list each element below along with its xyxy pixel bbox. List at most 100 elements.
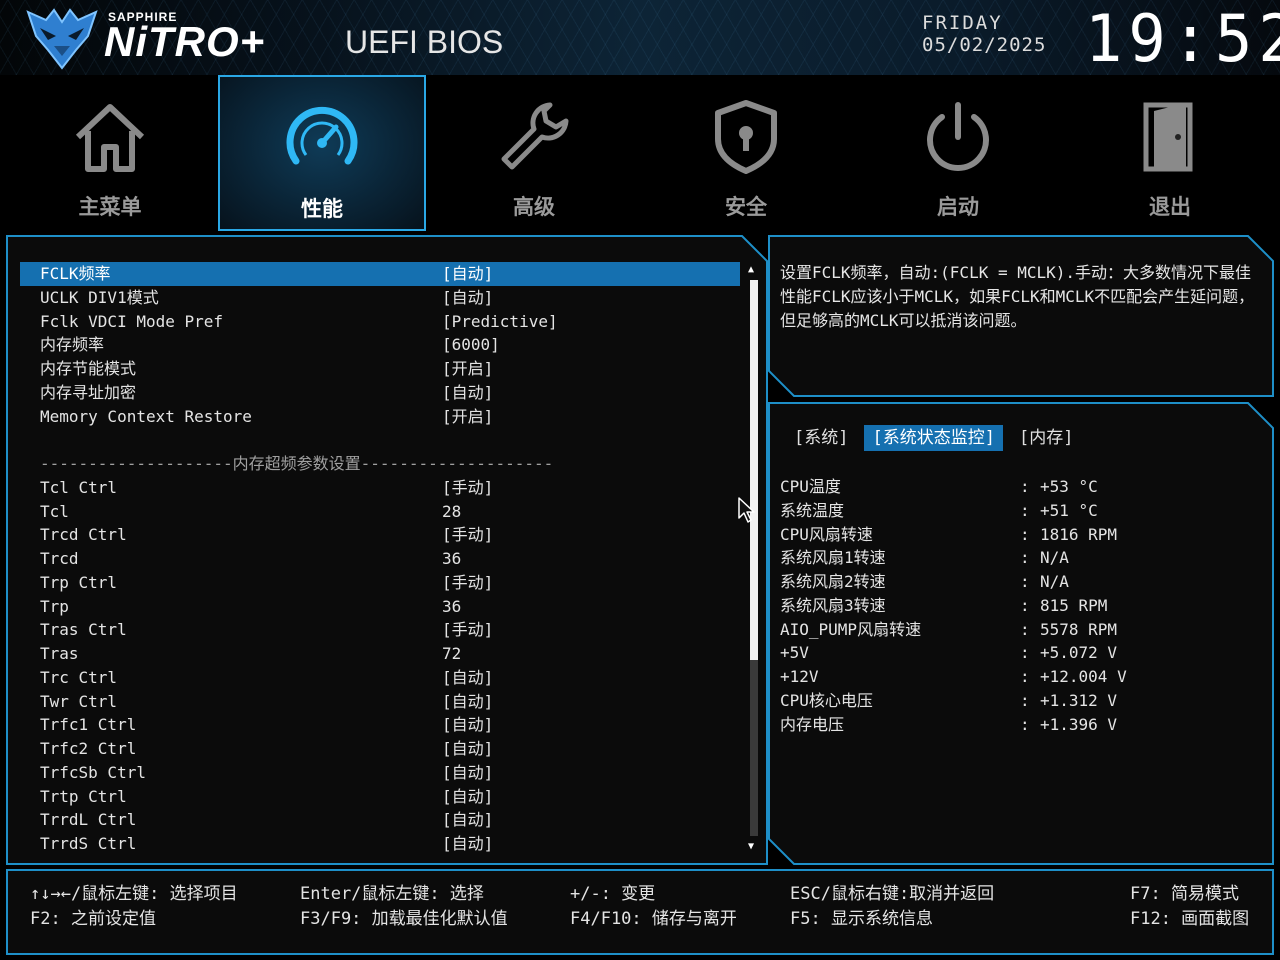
- setting-label: UCLK DIV1模式: [40, 287, 159, 307]
- setting-twr-ctrl[interactable]: Twr Ctrl [自动]: [20, 690, 740, 714]
- monitor-label: 内存电压: [780, 714, 845, 734]
- setting-label: Trtp Ctrl: [40, 786, 127, 806]
- tab-memory[interactable]: [内存]: [1015, 425, 1077, 451]
- tab-label: 主菜单: [78, 196, 142, 219]
- help-description: 设置FCLK频率，自动:(FCLK = MCLK).手动：大多数情况下最佳性能F…: [780, 263, 1255, 330]
- setting-trfc2-ctrl[interactable]: Trfc2 Ctrl [自动]: [20, 737, 740, 761]
- setting-trfcsb-ctrl[interactable]: TrfcSb Ctrl [自动]: [20, 761, 740, 785]
- monitor-colon: :: [1020, 524, 1030, 544]
- setting-memory-power-saving[interactable]: 内存节能模式 [开启]: [20, 357, 740, 381]
- setting-memory-frequency[interactable]: 内存频率 [6000]: [20, 333, 740, 357]
- setting-tras[interactable]: Tras 72: [20, 642, 740, 666]
- setting-label: Tras: [40, 644, 79, 663]
- monitor-label: CPU核心电压: [780, 690, 873, 710]
- main-nav: 主菜单 性能 高级 安全 启动 退出: [0, 75, 1280, 233]
- monitor-colon: :: [1020, 548, 1030, 568]
- clock: 19:52: [1085, 0, 1280, 75]
- scroll-down-arrow-icon[interactable]: ▼: [748, 841, 754, 852]
- monitor-value: +1.396 V: [1040, 714, 1118, 734]
- setting-label: Tcl Ctrl: [40, 477, 118, 497]
- monitor-colon: :: [1020, 595, 1030, 615]
- tab-label: 高级: [513, 196, 555, 219]
- setting-trtp-ctrl[interactable]: Trtp Ctrl [自动]: [20, 785, 740, 809]
- setting-uclk-div1-mode[interactable]: UCLK DIV1模式 [自动]: [20, 286, 740, 310]
- hint-escape-back: ESC/鼠标右键:取消并返回: [790, 884, 995, 904]
- monitor-row-cpu-vcore: CPU核心电压: +1.312 V: [780, 689, 1260, 713]
- setting-value: 28: [442, 501, 462, 521]
- setting-memory-context-restore[interactable]: Memory Context Restore [开启]: [20, 405, 740, 429]
- tab-boot[interactable]: 启动: [854, 75, 1062, 231]
- settings-scrollbar[interactable]: ▲ ▼: [748, 264, 760, 852]
- setting-trp-ctrl[interactable]: Trp Ctrl [手动]: [20, 571, 740, 595]
- setting-label: Trp Ctrl: [40, 572, 118, 592]
- date-label: 05/02/2025: [922, 34, 1047, 56]
- setting-trcd-ctrl[interactable]: Trcd Ctrl [手动]: [20, 523, 740, 547]
- setting-trrdl-ctrl[interactable]: TrrdL Ctrl [自动]: [20, 808, 740, 832]
- monitor-colon: :: [1020, 619, 1030, 639]
- setting-memory-address-encryption[interactable]: 内存寻址加密 [自动]: [20, 381, 740, 405]
- setting-trfc1-ctrl[interactable]: Trfc1 Ctrl [自动]: [20, 713, 740, 737]
- speedometer-icon: [286, 106, 358, 165]
- setting-value: [手动]: [442, 525, 494, 545]
- setting-label: Fclk VDCI Mode Pref: [40, 311, 224, 331]
- sapphire-nitro-logo-icon: [26, 8, 98, 70]
- monitor-value: +1.312 V: [1040, 690, 1118, 710]
- setting-value: [6000]: [442, 335, 500, 355]
- setting-value: [自动]: [442, 264, 494, 283]
- tab-security[interactable]: 安全: [642, 75, 850, 231]
- setting-trcd[interactable]: Trcd 36: [20, 547, 740, 571]
- monitor-row-cpu-temp: CPU温度: +53 °C: [780, 475, 1260, 499]
- tab-system[interactable]: [系统]: [790, 425, 852, 451]
- setting-value: [自动]: [442, 739, 494, 758]
- tab-advanced[interactable]: 高级: [430, 75, 638, 231]
- setting-tcl-ctrl[interactable]: Tcl Ctrl [手动]: [20, 476, 740, 500]
- setting-value: [自动]: [442, 810, 494, 830]
- setting-label: Trcd: [40, 549, 79, 568]
- hint-save-and-exit: F4/F10: 储存与离开: [570, 909, 737, 929]
- monitor-row-cpu-fan: CPU风扇转速:1816 RPM: [780, 523, 1260, 547]
- setting-value: 36: [442, 596, 462, 616]
- blank-row: [20, 428, 740, 452]
- setting-value: [开启]: [442, 406, 494, 426]
- monitor-colon: :: [1020, 714, 1030, 734]
- home-icon: [75, 104, 145, 172]
- monitor-value: N/A: [1040, 572, 1069, 591]
- monitor-colon: :: [1020, 477, 1030, 496]
- setting-value: [自动]: [442, 786, 494, 806]
- hint-enter-select: Enter/鼠标左键: 选择: [300, 884, 484, 904]
- tab-main-menu[interactable]: 主菜单: [6, 75, 214, 231]
- monitor-tabs: [系统] [系统状态监控] [内存]: [790, 425, 1077, 451]
- hint-select-item: ↑↓→←/鼠标左键: 选择项目: [30, 884, 238, 904]
- monitor-row-12v: +12V: +12.004 V: [780, 665, 1260, 689]
- monitor-label: CPU温度: [780, 477, 841, 496]
- setting-trc-ctrl[interactable]: Trc Ctrl [自动]: [20, 666, 740, 690]
- monitor-row-system-temp: 系统温度: +51 °C: [780, 499, 1260, 523]
- monitor-label: +12V: [780, 667, 819, 686]
- tab-exit[interactable]: 退出: [1066, 75, 1274, 231]
- setting-trrds-ctrl[interactable]: TrrdS Ctrl [自动]: [20, 832, 740, 856]
- tab-label: 安全: [725, 196, 767, 219]
- setting-value: [Predictive]: [442, 311, 558, 331]
- power-icon: [927, 102, 989, 171]
- monitor-value: 1816 RPM: [1040, 524, 1118, 544]
- setting-tras-ctrl[interactable]: Tras Ctrl [手动]: [20, 618, 740, 642]
- setting-value: [自动]: [442, 667, 494, 687]
- scroll-thumb[interactable]: [750, 280, 758, 660]
- monitor-row-sys-fan3: 系统风扇3转速:815 RPM: [780, 594, 1260, 618]
- bios-title: UEFI BIOS: [345, 24, 504, 60]
- monitor-value: 815 RPM: [1040, 595, 1108, 615]
- setting-label: 内存频率: [40, 335, 105, 355]
- setting-tcl[interactable]: Tcl 28: [20, 500, 740, 524]
- tab-system-status-monitor[interactable]: [系统状态监控]: [864, 425, 1003, 451]
- setting-label: TrfcSb Ctrl: [40, 762, 146, 782]
- tab-performance[interactable]: 性能: [218, 75, 426, 231]
- setting-trp[interactable]: Trp 36: [20, 595, 740, 619]
- shield-lock-icon: [715, 100, 777, 174]
- tab-label: 性能: [301, 198, 343, 221]
- setting-label: Twr Ctrl: [40, 691, 118, 711]
- monitor-colon: :: [1020, 643, 1030, 663]
- scroll-up-arrow-icon[interactable]: ▲: [748, 264, 754, 275]
- setting-fclk-frequency[interactable]: FCLK频率 [自动]: [20, 262, 740, 286]
- setting-fclk-vdci-mode-pref[interactable]: Fclk VDCI Mode Pref [Predictive]: [20, 310, 740, 334]
- key-hints-footer: ↑↓→←/鼠标左键: 选择项目 F2: 之前设定值 Enter/鼠标左键: 选择…: [6, 869, 1274, 955]
